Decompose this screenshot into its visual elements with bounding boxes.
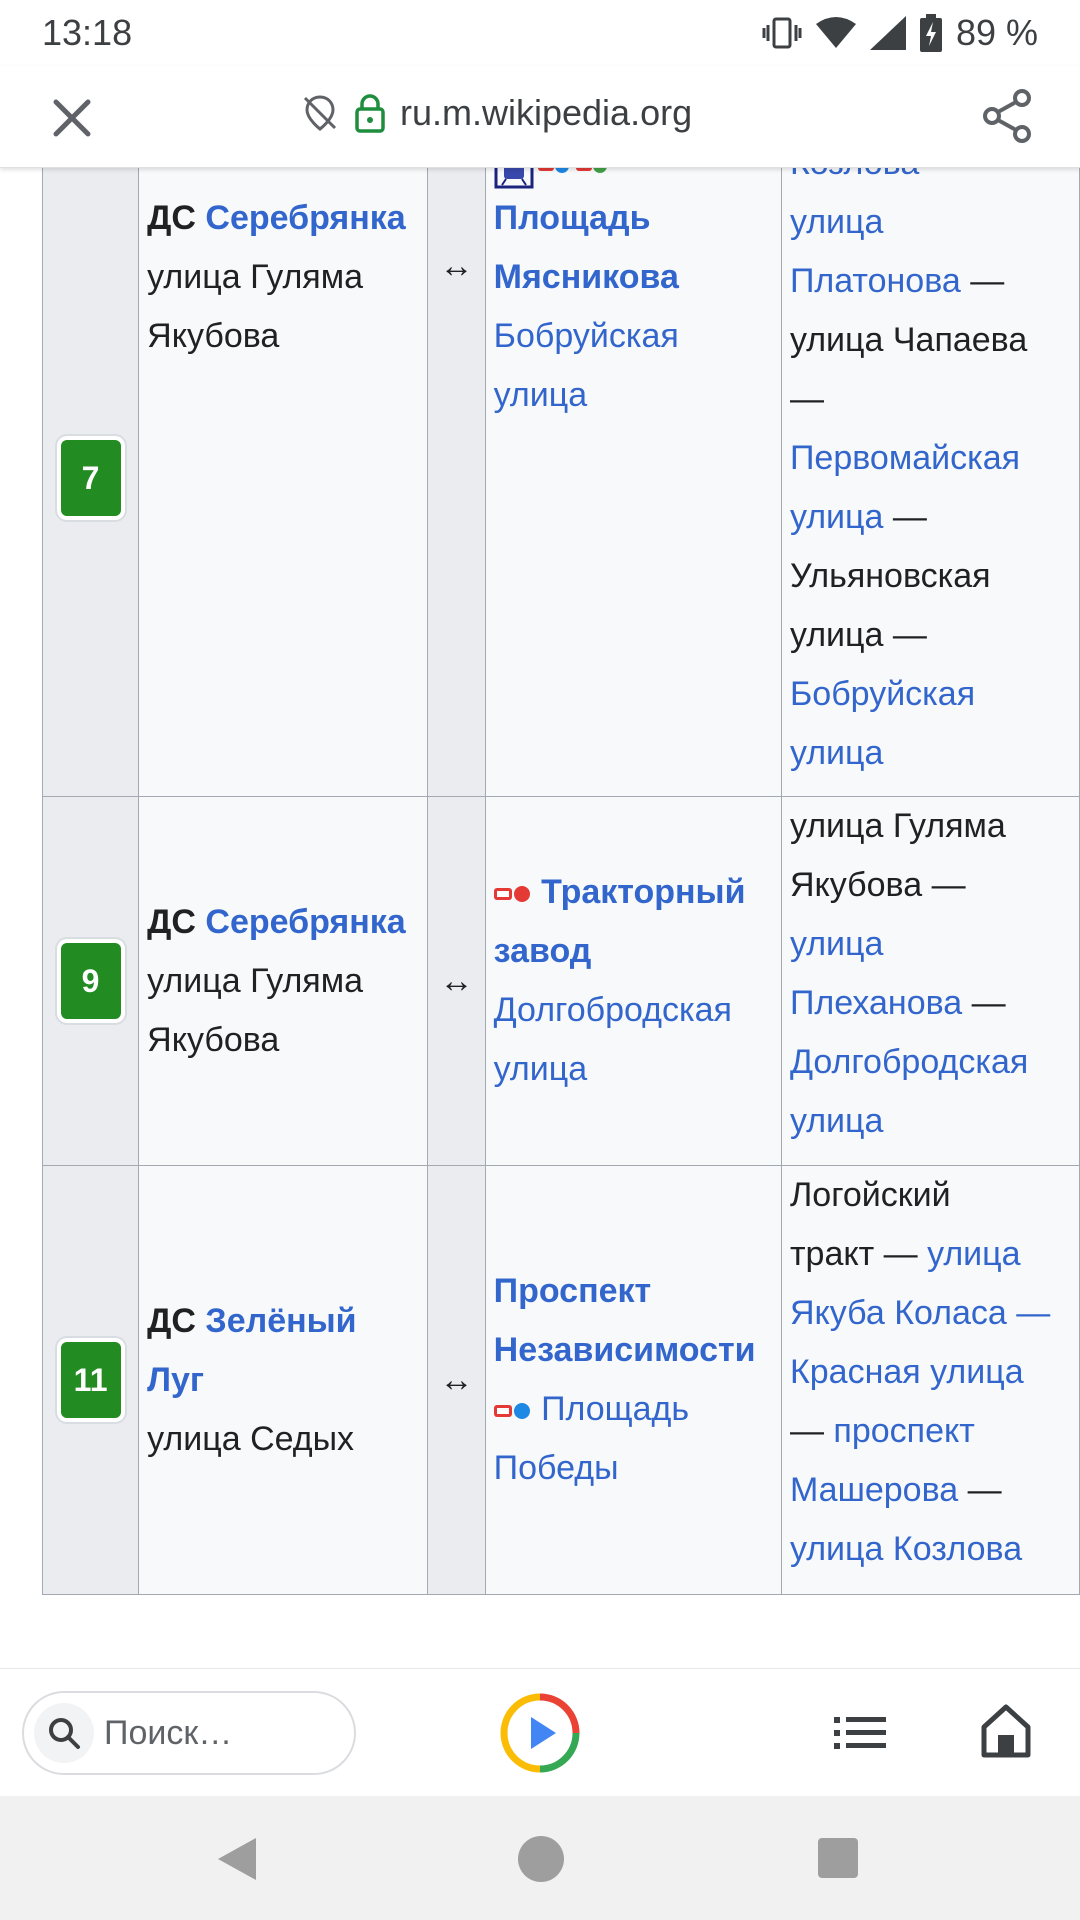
street-link[interactable]: Плеханова (790, 984, 962, 1022)
to-cell: Площадь Мясникова Бобруйская улица (484, 168, 782, 797)
metro-line-2-icon (493, 886, 530, 903)
destination-link[interactable]: Проспект Независимости (494, 1272, 756, 1369)
metro-line-1-icon (537, 168, 569, 173)
metro-line-3-icon (575, 168, 607, 173)
play-icon[interactable] (500, 1693, 580, 1773)
search-placeholder: Поиск… (104, 1713, 233, 1752)
search-input[interactable]: Поиск… (22, 1691, 356, 1775)
to-cell: Проспект Независимости Площадь Победы (484, 1165, 782, 1595)
table-row: 11 ДС Зелёный Луг улица Седых ↔ Проспект… (41, 1165, 1080, 1595)
street-link[interactable]: Козлова (790, 168, 919, 182)
street-link[interactable]: улица (790, 1102, 883, 1140)
battery-percent: 89 % (955, 12, 1038, 53)
street-link[interactable]: Долгобродская (790, 1043, 1028, 1081)
search-icon (34, 1703, 94, 1763)
status-icons: 89 % (762, 12, 1038, 54)
from-cell: ДС Серебрянка улица Гуляма Якубова (138, 796, 429, 1166)
via-cell: Логойский тракт — улица Якуба Коласа — К… (780, 1165, 1080, 1595)
bottom-toolbar: Поиск… (0, 1668, 1080, 1796)
from-cell: ДС Зелёный Луг улица Седых (138, 1165, 429, 1595)
route-number-cell: 11 (41, 1165, 140, 1595)
metro-line-1-icon (493, 1403, 530, 1420)
street-link[interactable]: улица (790, 498, 883, 536)
recents-icon[interactable] (818, 1838, 858, 1878)
url-bar: ru.m.wikipedia.org (0, 66, 1080, 168)
street-link[interactable]: улица (790, 203, 883, 241)
share-icon[interactable] (980, 88, 1036, 144)
via-cell: улица Гуляма Якубова — улица Плеханова —… (780, 796, 1080, 1166)
lock-icon (355, 94, 385, 133)
street-link[interactable]: Платонова (790, 262, 961, 300)
from-cell: ДС Серебрянка улица Гуляма Якубова (138, 168, 429, 797)
status-time: 13:18 (42, 12, 133, 53)
table-row: 7 ДС Серебрянка улица Гуляма Якубова ↔ П… (41, 168, 1080, 797)
direction-cell: ↔ (427, 168, 486, 797)
route-badge[interactable]: 9 (60, 943, 121, 1019)
stop-link[interactable]: Серебрянка (205, 903, 405, 941)
street-link[interactable]: проспект (833, 1412, 974, 1450)
address-display[interactable]: ru.m.wikipedia.org (300, 92, 692, 134)
street-link[interactable]: Долгобродская улица (494, 991, 732, 1088)
article-content: 7 ДС Серебрянка улица Гуляма Якубова ↔ П… (0, 168, 1080, 1668)
street-link[interactable]: улица (790, 734, 883, 772)
status-bar: 13:18 89 % (0, 0, 1080, 66)
home-nav-icon[interactable] (518, 1836, 564, 1882)
street-link[interactable]: Бобруйская (790, 675, 975, 713)
street-link[interactable]: Бобруйская улица (494, 317, 679, 414)
direction-cell: ↔ (427, 1165, 486, 1595)
bidirectional-arrow: ↔ (439, 1360, 474, 1399)
street-link[interactable]: Первомайская (790, 439, 1020, 477)
bidirectional-arrow: ↔ (439, 961, 474, 1000)
street-link[interactable]: улица Козлова (790, 1530, 1022, 1568)
stop-link[interactable]: Серебрянка (205, 199, 405, 237)
route-badge[interactable]: 11 (60, 1342, 121, 1418)
back-icon[interactable] (216, 1836, 258, 1882)
to-cell: Тракторный завод Долгобродская улица (484, 796, 782, 1166)
signal-icon (869, 16, 906, 50)
street-link[interactable]: Красная улица (790, 1353, 1024, 1391)
route-number-cell: 9 (41, 796, 140, 1166)
via-cell: Козлова — улица Платонова — улица Чапаев… (780, 168, 1080, 797)
route-number-cell: 7 (41, 168, 140, 797)
direction-cell: ↔ (427, 796, 486, 1166)
system-nav-bar (0, 1796, 1080, 1920)
street-link[interactable]: Машерова (790, 1471, 958, 1509)
metro-station-icon (494, 168, 534, 189)
close-icon[interactable] (48, 94, 96, 142)
destination-link[interactable]: Площадь Мясникова (494, 199, 679, 296)
home-icon[interactable] (980, 1703, 1032, 1759)
url-text: ru.m.wikipedia.org (400, 92, 693, 133)
routes-table: 7 ДС Серебрянка улица Гуляма Якубова ↔ П… (41, 168, 1080, 1595)
vibrate-icon (762, 17, 802, 49)
street-link[interactable]: Якуба Коласа — (790, 1294, 1050, 1332)
list-icon[interactable] (834, 1707, 886, 1759)
street-link[interactable]: улица (790, 925, 883, 963)
bidirectional-arrow: ↔ (439, 247, 474, 285)
table-row: 9 ДС Серебрянка улица Гуляма Якубова ↔ Т… (41, 796, 1080, 1166)
battery-icon (919, 14, 942, 52)
wifi-icon (815, 17, 856, 48)
location-off-icon (303, 95, 337, 131)
route-badge[interactable]: 7 (60, 439, 121, 516)
destination-link[interactable]: Тракторный завод (494, 873, 746, 970)
street-link[interactable]: улица (927, 1235, 1020, 1273)
